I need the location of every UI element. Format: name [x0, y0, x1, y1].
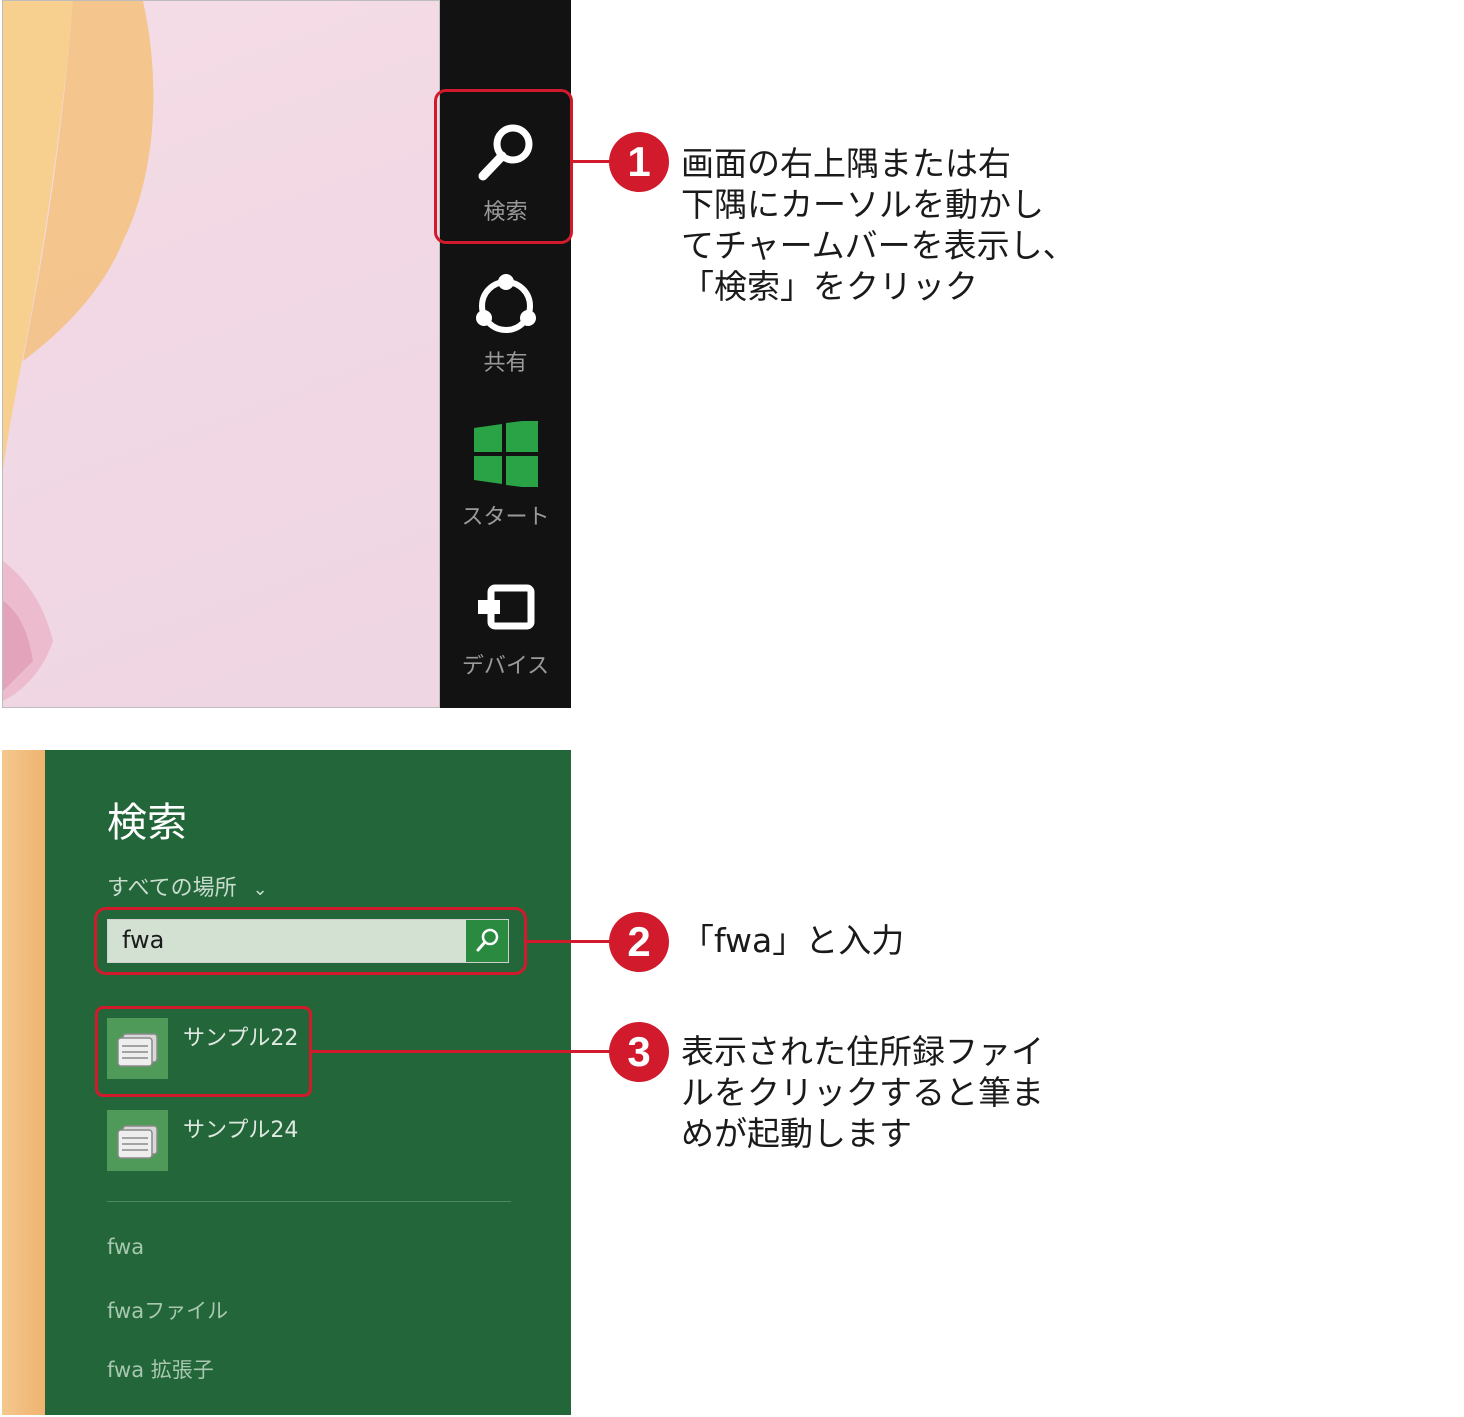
search-result-label: サンプル24 [183, 1118, 299, 1143]
wallpaper-art [3, 1, 154, 701]
callout-2-badge: 2 [609, 912, 669, 972]
search-pane-title: 検索 [107, 800, 187, 846]
search-result-item[interactable]: サンプル24 [107, 1110, 527, 1176]
callout-3-line-2: ルをクリックすると筆ま [681, 1073, 1044, 1112]
search-input-highlight [94, 907, 527, 975]
search-suggestion[interactable]: fwaファイル [107, 1295, 228, 1325]
callout-1-line-3: てチャームバーを表示し、 [681, 226, 1076, 265]
result-highlight [95, 1006, 312, 1097]
callout-3-leader [312, 1050, 612, 1053]
address-book-file-icon [107, 1110, 168, 1171]
callout-2-text: 「fwa」と入力 [681, 920, 1061, 961]
callout-1-text: 画面の右上隅または右 下隅にカーソルを動かし てチャームバーを表示し、 「検索」… [681, 143, 1076, 307]
charm-start[interactable]: スタート [440, 405, 571, 555]
charm-start-label: スタート [461, 505, 550, 530]
share-icon [476, 274, 536, 333]
callout-2-line-1: 「fwa」と入力 [681, 921, 905, 960]
devices-icon [478, 584, 535, 630]
callout-1-line-2: 下隅にカーソルを動かし [681, 185, 1044, 224]
results-divider [107, 1201, 511, 1202]
search-scope-dropdown[interactable]: すべての場所 ⌄ [107, 870, 268, 902]
callout-1-line-1: 画面の右上隅または右 [681, 144, 1011, 183]
callout-1-badge: 1 [609, 132, 669, 192]
callout-3-line-3: めが起動します [681, 1114, 912, 1153]
charm-devices[interactable]: デバイス [440, 560, 571, 710]
search-suggestion[interactable]: fwa 拡張子 [107, 1354, 214, 1384]
desktop-background-strip [2, 750, 45, 1415]
callout-1-leader [573, 160, 613, 163]
charm-share-label: 共有 [483, 351, 528, 376]
callout-3-text: 表示された住所録ファイ ルをクリックすると筆ま めが起動します [681, 1031, 1061, 1154]
charm-share[interactable]: 共有 [440, 250, 571, 400]
search-suggestion[interactable]: fwa [107, 1235, 144, 1259]
callout-3-line-1: 表示された住所録ファイ [681, 1032, 1044, 1071]
callout-1-line-4: 「検索」をクリック [681, 267, 978, 306]
callout-3-badge: 3 [609, 1022, 669, 1082]
windows-logo-icon [474, 421, 538, 487]
chevron-down-icon: ⌄ [252, 879, 268, 900]
search-scope-label: すべての場所 [107, 876, 237, 901]
callout-2-leader [527, 940, 613, 943]
charm-devices-label: デバイス [461, 654, 550, 679]
search-charm-highlight [434, 89, 573, 244]
desktop-background [2, 0, 440, 708]
